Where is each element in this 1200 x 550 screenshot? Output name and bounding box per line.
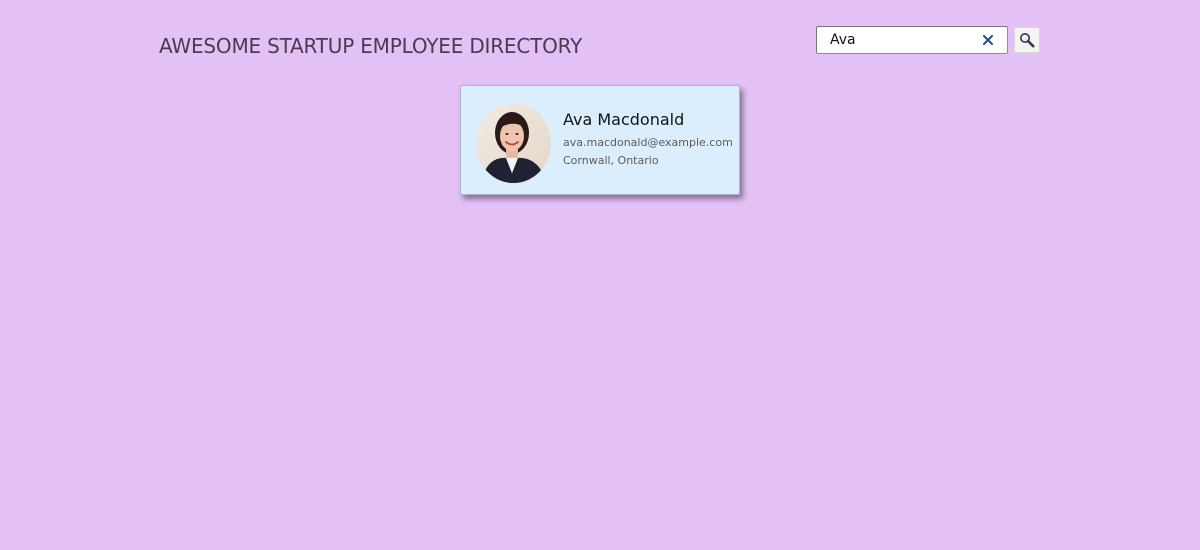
employee-info: Ava Macdonald ava.macdonald@example.com … xyxy=(563,110,733,167)
search-bar xyxy=(816,26,1040,54)
search-icon xyxy=(1019,32,1035,48)
close-icon[interactable] xyxy=(981,33,995,47)
avatar xyxy=(476,103,551,183)
search-input-container xyxy=(816,26,1008,54)
search-button[interactable] xyxy=(1014,27,1040,53)
page-title: AWESOME STARTUP EMPLOYEE DIRECTORY xyxy=(159,34,583,58)
employee-name: Ava Macdonald xyxy=(563,110,685,129)
employee-location: Cornwall, Ontario xyxy=(563,154,659,167)
employee-email: ava.macdonald@example.com xyxy=(563,136,733,149)
employee-card[interactable]: Ava Macdonald ava.macdonald@example.com … xyxy=(460,85,740,195)
search-input[interactable] xyxy=(817,27,977,53)
